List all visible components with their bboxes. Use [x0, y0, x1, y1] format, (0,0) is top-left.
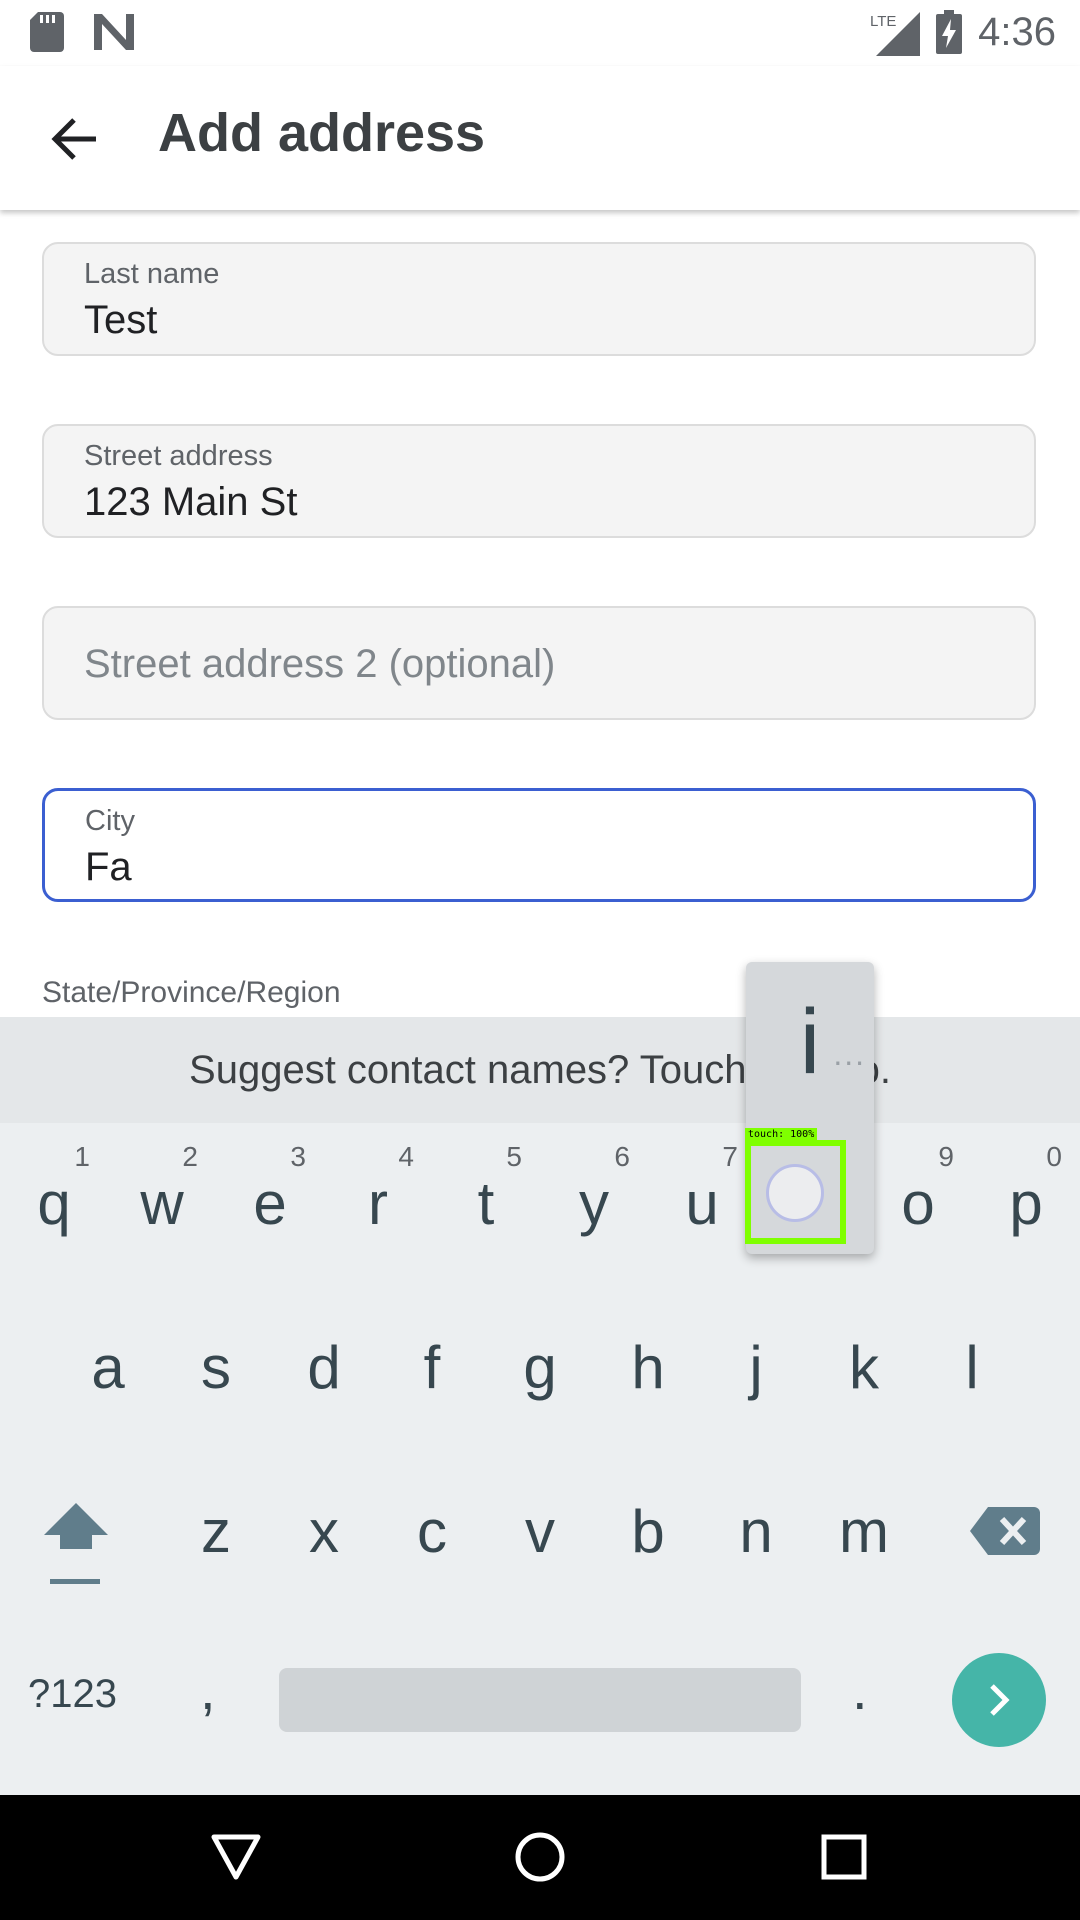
key-x[interactable]: x [274, 1471, 374, 1621]
navigation-bar [0, 1795, 1080, 1920]
street-address-field[interactable]: Street address 123 Main St [42, 424, 1036, 538]
state-province-label: State/Province/Region [42, 976, 341, 1009]
page-title: Add address [158, 103, 486, 163]
last-name-field[interactable]: Last name Test [42, 242, 1036, 356]
soft-keyboard: Suggest contact names? Touch for info. 1… [0, 1017, 1080, 1795]
key-t[interactable]: 5t [436, 1141, 536, 1293]
status-left-icons [30, 12, 134, 52]
key-o[interactable]: 9o [868, 1141, 968, 1293]
next-key[interactable] [952, 1653, 1046, 1747]
svg-text:LTE: LTE [870, 13, 896, 30]
backspace-icon [970, 1507, 1040, 1555]
city-label: City [85, 805, 135, 837]
recents-square-icon [821, 1834, 867, 1880]
street-address-value: 123 Main St [84, 480, 298, 524]
status-time: 4:36 [978, 9, 1056, 54]
comma-key[interactable]: , [200, 1657, 216, 1722]
period-key[interactable]: . [852, 1657, 868, 1722]
key-f[interactable]: f [382, 1307, 482, 1457]
key-h[interactable]: h [598, 1307, 698, 1457]
city-value: Fa [85, 845, 132, 889]
app-bar: Add address [0, 66, 1080, 210]
key-k[interactable]: k [814, 1307, 914, 1457]
last-name-label: Last name [84, 258, 220, 290]
city-field[interactable]: City Fa [42, 788, 1036, 902]
key-s[interactable]: s [166, 1307, 266, 1457]
battery-charging-icon [936, 10, 963, 54]
arrow-back-icon [51, 118, 96, 160]
key-z[interactable]: z [166, 1471, 266, 1621]
street-address-2-field[interactable]: Street address 2 (optional) [42, 606, 1036, 720]
nav-recents-button[interactable] [814, 1827, 874, 1887]
key-w[interactable]: 2w [112, 1141, 212, 1293]
nav-home-button[interactable] [510, 1827, 570, 1887]
key-d[interactable]: d [274, 1307, 374, 1457]
key-y[interactable]: 6y [544, 1141, 644, 1293]
key-g[interactable]: g [490, 1307, 590, 1457]
status-right-icons: LTE 4:36 [870, 8, 1056, 56]
shift-icon [44, 1503, 108, 1584]
key-a[interactable]: a [58, 1307, 158, 1457]
key-p[interactable]: 0p [976, 1141, 1076, 1293]
symbols-key[interactable]: ?123 [28, 1672, 117, 1717]
chevron-right-icon [990, 1684, 1010, 1716]
key-c[interactable]: c [382, 1471, 482, 1621]
key-v[interactable]: v [490, 1471, 590, 1621]
key-r[interactable]: 4r [328, 1141, 428, 1293]
key-preview-more: ... [833, 1036, 866, 1072]
backspace-key[interactable] [970, 1507, 1040, 1567]
touch-point [766, 1164, 824, 1222]
back-triangle-icon [211, 1834, 261, 1880]
street-address-label: Street address [84, 440, 273, 472]
key-n[interactable]: n [706, 1471, 806, 1621]
home-circle-icon [515, 1832, 565, 1882]
key-m[interactable]: m [814, 1471, 914, 1621]
key-j[interactable]: j [706, 1307, 806, 1457]
nav-back-button[interactable] [206, 1827, 266, 1887]
suggestion-strip[interactable]: Suggest contact names? Touch for info. [0, 1017, 1080, 1123]
key-q[interactable]: 1q [4, 1141, 104, 1293]
n-logo-icon [94, 14, 134, 50]
key-e[interactable]: 3e [220, 1141, 320, 1293]
shift-key[interactable] [36, 1495, 116, 1595]
touch-indicator-label: touch: 100% [745, 1128, 818, 1142]
key-u[interactable]: 7u [652, 1141, 752, 1293]
key-l[interactable]: l [922, 1307, 1022, 1457]
back-button[interactable] [34, 104, 114, 174]
status-bar: LTE 4:36 [0, 0, 1080, 66]
space-bar[interactable] [279, 1668, 801, 1732]
last-name-value: Test [84, 298, 158, 342]
key-b[interactable]: b [598, 1471, 698, 1621]
lte-signal-icon: LTE [870, 12, 921, 56]
sd-card-icon [30, 12, 64, 52]
street-address-2-placeholder: Street address 2 (optional) [84, 642, 556, 686]
